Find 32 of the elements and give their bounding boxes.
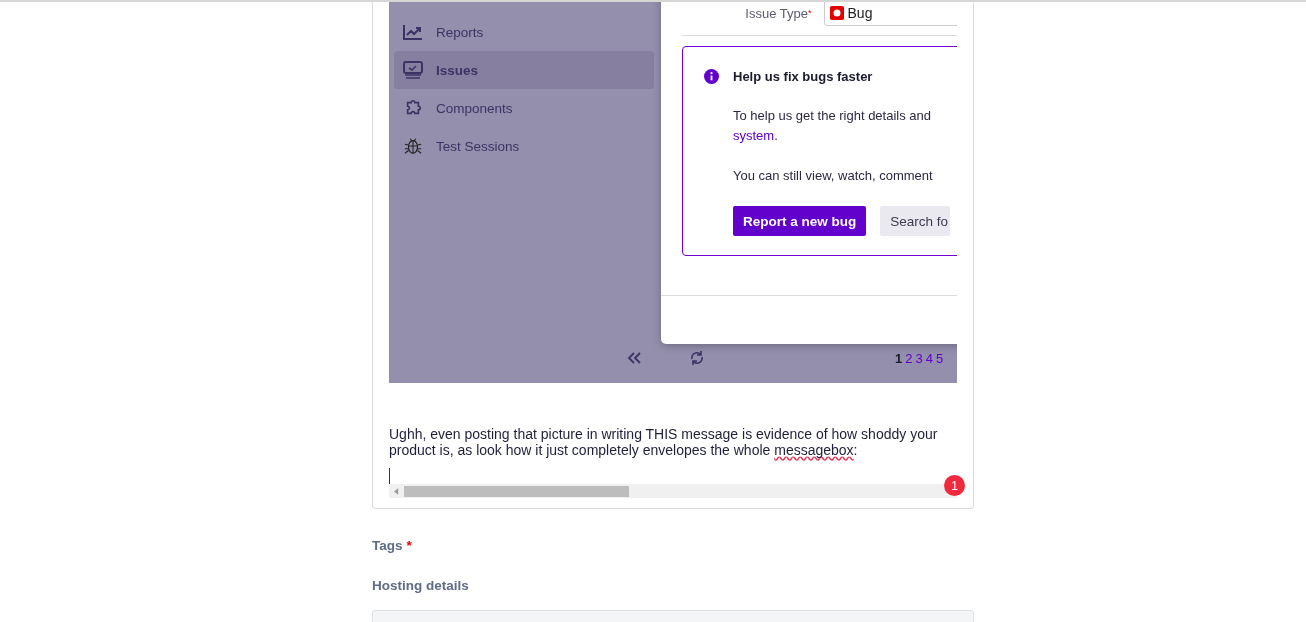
tags-label: Tags	[372, 538, 403, 555]
info-icon	[704, 69, 719, 84]
sidebar-item[interactable]: Reports	[394, 13, 654, 51]
message-text: Ughh, even posting that picture in writing THIS message is evidence of how shoddy your product is, as look how it just completely envelopes the whole messagebox:	[389, 426, 939, 458]
monitor-icon	[403, 61, 423, 79]
double-chevron-icon[interactable]	[627, 352, 641, 364]
field-label: Issue Type	[744, 5, 808, 21]
editor-box[interactable]	[372, 2, 974, 509]
bug-type-icon	[829, 6, 844, 20]
page-link[interactable]: 3	[915, 350, 923, 366]
notice-text: To help us get the right details and system.	[733, 107, 933, 145]
required-mark: *	[406, 538, 412, 555]
notification-badge: 1	[944, 475, 965, 496]
chart-icon	[403, 23, 423, 41]
page-link[interactable]: 2	[905, 350, 913, 366]
action-button[interactable]: Search fo	[880, 206, 951, 236]
required-mark: *	[808, 8, 812, 18]
issue-type-select[interactable]: Bug	[823, 2, 957, 26]
hosting-label: Hosting details	[372, 578, 470, 595]
text-cursor	[389, 468, 390, 484]
page-link[interactable]: 1	[895, 350, 903, 366]
action-button[interactable]: Report a new bug	[733, 206, 867, 236]
notice-text: You can still view, watch, comment	[733, 167, 934, 185]
scroll-left-icon[interactable]	[394, 487, 399, 495]
sidebar-item[interactable]: Issues	[394, 51, 654, 89]
refresh-icon[interactable]	[689, 350, 705, 366]
bug-icon	[403, 137, 423, 155]
sidebar-item[interactable]: Components	[394, 89, 654, 127]
sidebar-item[interactable]: Test Sessions	[394, 127, 654, 165]
notice-title: Help us fix bugs faster	[733, 69, 873, 84]
page-link[interactable]: 5	[935, 350, 944, 366]
page-link[interactable]: 4	[925, 350, 933, 366]
